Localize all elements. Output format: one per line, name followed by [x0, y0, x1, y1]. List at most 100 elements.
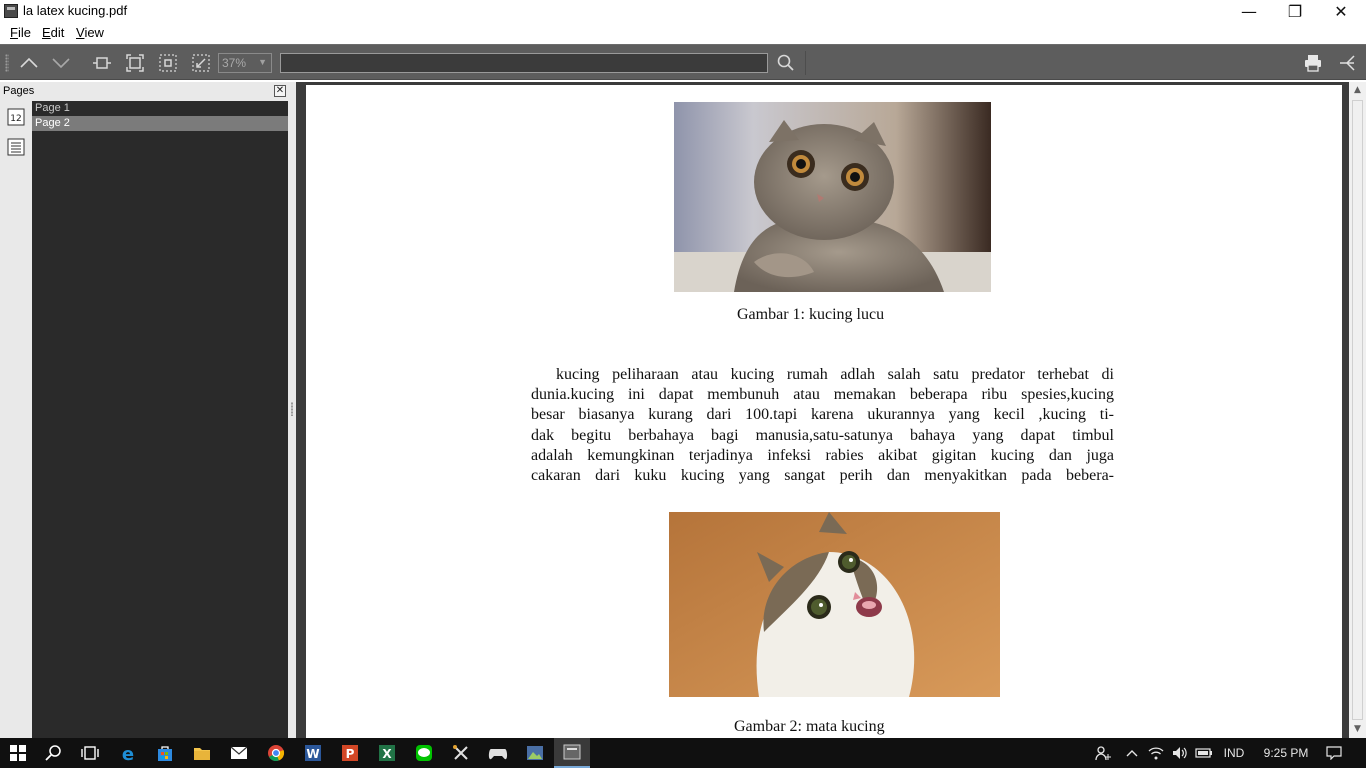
store-icon	[158, 746, 172, 761]
svg-text:X: X	[382, 747, 392, 761]
action-center-button[interactable]	[1322, 738, 1346, 768]
sidebar-splitter[interactable]	[288, 82, 296, 738]
file-explorer-icon	[194, 748, 210, 760]
word-icon: W	[305, 745, 321, 761]
search-icon	[45, 745, 61, 761]
fit-width-icon	[93, 57, 111, 69]
taskbar-search-button[interactable]	[36, 738, 72, 768]
svg-text:12: 12	[10, 114, 21, 124]
word-app[interactable]: W	[295, 738, 331, 768]
custom-zoom-button[interactable]	[188, 51, 214, 75]
line-icon	[416, 745, 432, 761]
tools-icon	[453, 745, 468, 760]
scroll-down-button[interactable]: ▼	[1349, 721, 1366, 738]
game-app[interactable]	[480, 738, 516, 768]
wifi-icon	[1148, 747, 1164, 760]
print-button[interactable]	[1300, 51, 1326, 75]
toolbar: 37% ▼	[0, 44, 1366, 80]
minimize-button[interactable]: —	[1226, 0, 1272, 23]
search-input[interactable]	[280, 53, 768, 73]
edge-app[interactable]: e	[110, 738, 146, 768]
menu-view[interactable]: View	[76, 25, 104, 40]
restore-button[interactable]: ❐	[1272, 0, 1318, 23]
svg-text:W: W	[306, 747, 319, 761]
close-button[interactable]: ✕	[1318, 0, 1364, 23]
thumbnails-tab[interactable]: 12	[5, 106, 27, 128]
fit-page-icon	[126, 54, 144, 72]
start-icon	[10, 745, 26, 761]
chrome-app[interactable]	[258, 738, 294, 768]
document-view[interactable]: Gambar 1: kucing lucu kucing peliharaan …	[296, 82, 1349, 738]
edge-icon: e	[122, 744, 134, 762]
pdf-viewer-icon	[563, 744, 581, 760]
body-paragraph: kucing peliharaan atau kucing rumah adla…	[531, 365, 1114, 486]
actual-size-icon	[159, 54, 177, 72]
outline-tab[interactable]	[5, 136, 27, 158]
page-thumbnails-icon: 12	[7, 108, 25, 126]
paragraph-line: besar biasanya kurang dari 100.tapi kare…	[531, 406, 1114, 424]
search-button[interactable]	[772, 51, 798, 75]
clock[interactable]: 9:25 PM	[1254, 738, 1318, 768]
chevron-up-icon	[1126, 750, 1138, 757]
volume-button[interactable]	[1170, 738, 1190, 768]
scroll-up-button[interactable]: ▲	[1349, 82, 1366, 99]
svg-text:e: e	[122, 744, 134, 762]
network-button[interactable]	[1146, 738, 1166, 768]
powerpoint-icon: P	[342, 745, 358, 761]
outline-icon	[7, 138, 25, 156]
svg-text:P: P	[346, 747, 355, 761]
photo-app[interactable]	[517, 738, 553, 768]
pdf-viewer-app[interactable]	[554, 738, 590, 768]
sidebar-header: Pages ✕	[0, 82, 290, 101]
page-list-item-1[interactable]: Page 1	[32, 101, 288, 116]
menu-edit[interactable]: Edit	[42, 25, 64, 40]
actual-size-button[interactable]	[155, 51, 181, 75]
page-up-icon	[20, 57, 38, 68]
file-explorer-app[interactable]	[184, 738, 220, 768]
presentation-button[interactable]	[1334, 51, 1360, 75]
fit-page-button[interactable]	[122, 51, 148, 75]
toolbar-separator	[805, 51, 806, 75]
people-icon	[1095, 746, 1111, 761]
mail-icon	[230, 746, 248, 759]
people-button[interactable]	[1092, 738, 1114, 768]
next-page-button[interactable]	[48, 51, 74, 75]
presentation-icon	[1340, 55, 1355, 71]
battery-button[interactable]	[1194, 738, 1214, 768]
mail-app[interactable]	[221, 738, 257, 768]
page-list-item-2[interactable]: Page 2	[32, 116, 288, 131]
excel-app[interactable]: X	[369, 738, 405, 768]
photo-app-icon	[527, 746, 543, 760]
menu-file[interactable]: File	[10, 25, 31, 40]
volume-icon	[1173, 747, 1187, 759]
powerpoint-app[interactable]: P	[332, 738, 368, 768]
window-title: la latex kucing.pdf	[23, 3, 128, 18]
cat-photo-1	[674, 102, 991, 292]
game-icon	[488, 749, 508, 760]
sidebar-close-button[interactable]: ✕	[274, 85, 286, 97]
vertical-scrollbar[interactable]: ▲ ▼	[1349, 82, 1366, 738]
scrollbar-thumb[interactable]	[1352, 100, 1363, 720]
store-app[interactable]	[147, 738, 183, 768]
paragraph-line: dak begitu berbahaya bagi manusia,satu-s…	[531, 426, 1114, 444]
taskbar: e W P X IND 9:25 PM	[0, 738, 1366, 768]
tray-overflow-button[interactable]	[1122, 738, 1142, 768]
previous-page-button[interactable]	[16, 51, 42, 75]
title-bar: la latex kucing.pdf — ❐ ✕	[0, 0, 1366, 23]
line-app[interactable]	[406, 738, 442, 768]
paragraph-line: adalah kemungkinan terjadinya infeksi ra…	[531, 446, 1114, 464]
language-indicator[interactable]: IND	[1218, 738, 1250, 768]
paragraph-line: dunia.kucing ini dapat membunuh atau mem…	[531, 386, 1114, 404]
menu-bar: File Edit View	[0, 23, 1366, 44]
paragraph-line: kucing peliharaan atau kucing rumah adla…	[556, 366, 1114, 383]
start-button[interactable]	[0, 738, 36, 768]
custom-zoom-icon	[192, 54, 210, 72]
fit-width-button[interactable]	[89, 51, 115, 75]
search-icon	[777, 54, 794, 71]
task-view-button[interactable]	[72, 738, 108, 768]
toolbar-grip[interactable]	[5, 54, 9, 72]
zoom-select[interactable]: 37% ▼	[218, 53, 272, 73]
pdf-page: Gambar 1: kucing lucu kucing peliharaan …	[306, 85, 1342, 738]
battery-icon	[1195, 748, 1212, 758]
tools-app[interactable]	[443, 738, 479, 768]
